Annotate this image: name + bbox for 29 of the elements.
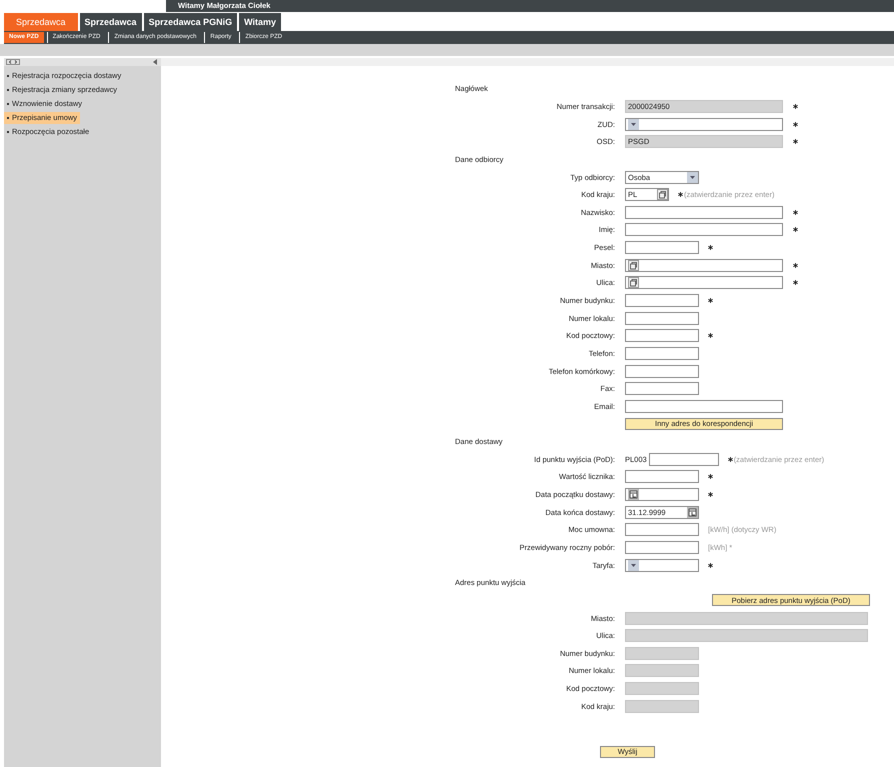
panel-toggle-icon[interactable] xyxy=(6,59,20,65)
input-field[interactable] xyxy=(625,294,699,307)
date-field[interactable] xyxy=(625,488,699,502)
input-field[interactable] xyxy=(625,382,699,396)
input-field[interactable] xyxy=(625,540,699,554)
input-field[interactable] xyxy=(625,523,699,536)
input-field[interactable] xyxy=(625,312,699,325)
input-field[interactable] xyxy=(625,364,699,378)
input-field[interactable] xyxy=(625,223,783,236)
nav-tab[interactable]: Witamy xyxy=(239,13,282,31)
lookup-field[interactable] xyxy=(625,258,783,272)
input-field[interactable] xyxy=(625,470,699,484)
input-field[interactable] xyxy=(625,206,783,219)
nav-tab[interactable]: Sprzedawca xyxy=(80,13,142,31)
input-field[interactable] xyxy=(625,400,783,413)
nav-tab[interactable]: Sprzedawca PGNiG xyxy=(144,13,238,31)
dropdown-field[interactable] xyxy=(625,558,699,572)
input-field[interactable] xyxy=(625,346,699,360)
collapse-arrow-icon[interactable] xyxy=(153,59,157,65)
input-field[interactable] xyxy=(648,452,719,466)
calendar-icon[interactable] xyxy=(628,489,639,500)
lookup-icon[interactable] xyxy=(657,189,668,200)
input-field[interactable] xyxy=(625,329,699,342)
dropdown-field[interactable] xyxy=(625,118,783,131)
lookup-field[interactable] xyxy=(625,276,783,290)
input-field[interactable] xyxy=(625,241,699,254)
lookup-icon[interactable] xyxy=(628,260,639,271)
calendar-icon[interactable] xyxy=(687,506,698,518)
lookup-icon[interactable] xyxy=(628,277,639,288)
